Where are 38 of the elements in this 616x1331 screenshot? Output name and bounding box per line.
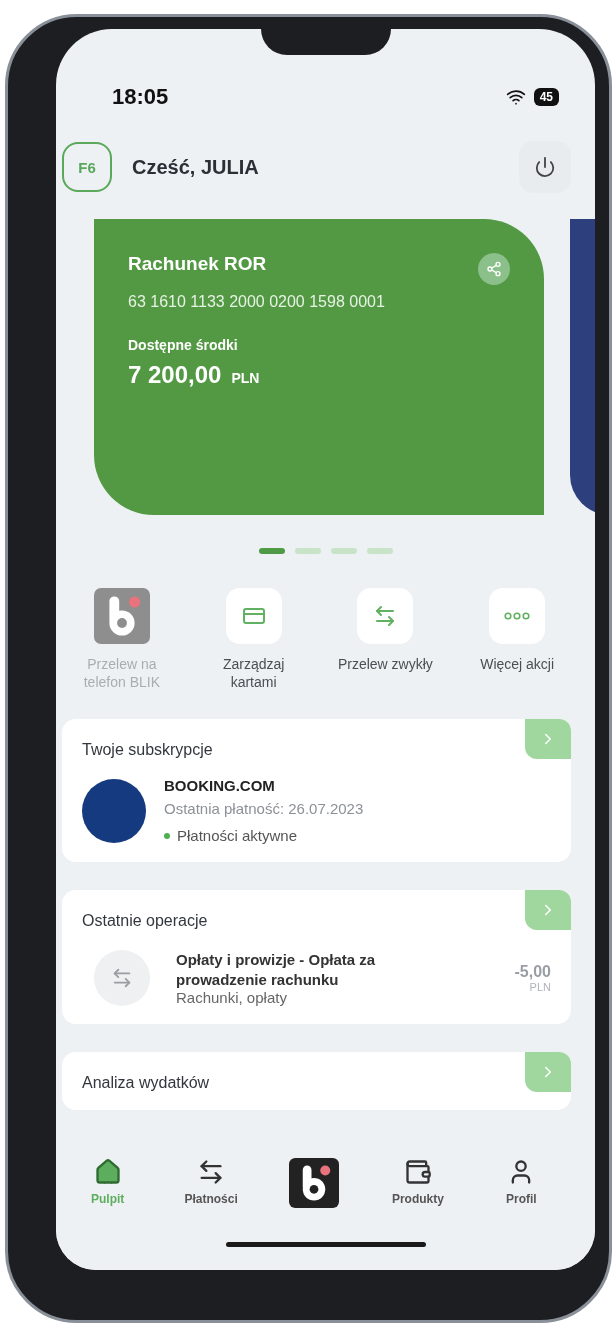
- open-button[interactable]: [525, 719, 571, 759]
- quick-action[interactable]: Więcej akcji: [480, 588, 555, 691]
- quick-action[interactable]: Zarządzaj kartami: [201, 588, 307, 691]
- greeting: Cześć, JULIA: [132, 155, 260, 179]
- dots-icon: [504, 612, 531, 620]
- status-time: 18:05: [112, 84, 169, 110]
- account-card[interactable]: Rachunek ROR 63 1610 1133 2000 0200 1598 0001 Dostępne środki 7 200,00 PLN: [94, 219, 544, 515]
- open-button[interactable]: [525, 1052, 571, 1092]
- operation-currency: PLN: [529, 981, 551, 993]
- section-title: Ostatnie operacje: [82, 912, 209, 930]
- blik-logo-icon: [93, 588, 150, 644]
- blik-logo-icon: [289, 1158, 340, 1208]
- operation-title: Opłaty i prowizje - Opłata za prowadzenie rachunku: [176, 950, 377, 989]
- logout-button[interactable]: [519, 141, 571, 193]
- account-name: Rachunek ROR: [128, 253, 267, 275]
- section-title: Twoje subskrypcje: [82, 741, 214, 759]
- section-title: Analiza wydatków: [82, 1074, 211, 1092]
- balance-label: Dostępne środki: [128, 337, 239, 353]
- operation-amount: -5,00: [514, 963, 551, 981]
- status-dot: [164, 832, 170, 839]
- balance-amount: 7 200,00: [128, 361, 222, 389]
- nav-tab[interactable]: Profil: [469, 1158, 573, 1208]
- last-payment: Ostatnia płatność: 26.07.2023: [164, 800, 364, 817]
- nav-tab[interactable]: Płatności: [159, 1158, 263, 1208]
- quick-action[interactable]: Przelew zwykły: [337, 588, 433, 691]
- wallet-icon: [403, 1158, 432, 1186]
- subscription-name: BOOKING.COM: [164, 777, 276, 794]
- nav-tab[interactable]: Produkty: [366, 1158, 470, 1208]
- battery-level: 45: [533, 88, 559, 106]
- account-number: 63 1610 1133 2000 0200 1598 0001: [128, 293, 386, 311]
- share-icon[interactable]: [478, 253, 510, 285]
- operation-category: Rachunki, opłaty: [176, 989, 288, 1006]
- wifi-icon: [505, 87, 526, 107]
- balance-currency: PLN: [231, 370, 260, 386]
- home-icon: [93, 1158, 122, 1186]
- open-button[interactable]: [525, 890, 571, 930]
- power-icon: [534, 156, 556, 178]
- subscription-status: Płatności aktywne: [177, 827, 298, 844]
